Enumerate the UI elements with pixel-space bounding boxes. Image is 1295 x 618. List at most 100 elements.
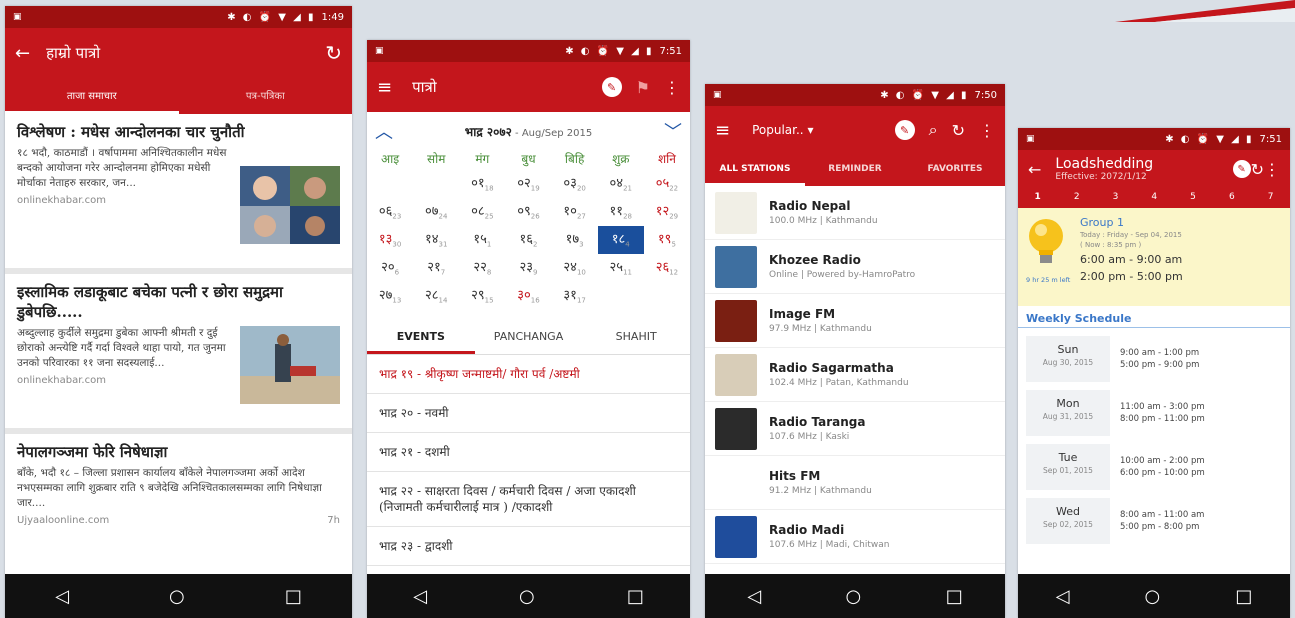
calendar-day[interactable]: १८4 [597,226,644,254]
calendar-day[interactable]: ०३20 [552,170,598,198]
back-icon[interactable]: ◁ [55,586,69,607]
calendar-day[interactable]: २८14 [413,282,459,310]
home-icon[interactable]: ○ [519,586,535,607]
home-icon[interactable]: ○ [1145,586,1161,607]
news-item[interactable]: विश्लेषण : मधेस आन्दोलनका चार चुनौती १८ … [5,114,352,274]
status-time: 7:50 [974,89,997,101]
event-item[interactable]: भाद्र २२ - साक्षरता दिवस / कर्मचारी दिवस… [367,472,690,527]
event-item[interactable]: भाद्र २१ - दशमी [367,433,690,472]
menu-icon[interactable]: ≡ [377,77,392,98]
calendar-day[interactable]: ३१17 [552,282,598,310]
station-name: Radio Taranga [769,414,866,429]
hammer-icon[interactable]: ✎ [1232,160,1251,178]
calendar-day[interactable]: २९15 [459,282,505,310]
calendar-day[interactable]: ०७24 [413,198,459,226]
calendar-day[interactable]: २१7 [413,254,459,282]
more-options-icon[interactable]: ⋮ [1264,160,1280,179]
day-date: Sep 02, 2015 [1043,520,1093,529]
back-icon[interactable]: ◁ [1056,586,1070,607]
back-arrow-icon[interactable]: ← [1028,160,1041,179]
group-tab[interactable]: 2 [1074,192,1080,202]
schedule-times: 8:00 am - 11:00 am 5:00 pm - 8:00 pm [1110,509,1204,533]
back-icon[interactable]: ◁ [413,586,427,607]
recents-icon[interactable]: □ [1235,586,1252,607]
calendar-day[interactable]: ०२19 [505,170,551,198]
menu-icon[interactable]: ≡ [715,120,730,141]
hammer-icon[interactable]: ✎ [601,77,622,97]
station-text: Radio Taranga 107.6 MHz | Kaski [769,415,865,443]
station-item[interactable]: Khozee Radio Online | Powered by-HamroPat… [705,240,1005,294]
tab-latest-news[interactable]: ताजा समाचार [5,78,179,114]
search-icon[interactable]: ⌕ [929,120,938,140]
calendar-day[interactable]: ३०16 [505,282,551,310]
event-item[interactable]: भाद्र २३ - द्वादशी [367,527,690,566]
calendar-day[interactable]: १४31 [413,226,459,254]
hammer-icon[interactable]: ✎ [894,120,915,140]
calendar-day[interactable]: २३9 [505,254,551,282]
tab-shahit[interactable]: SHAHIT [582,322,690,354]
more-options-icon[interactable]: ⋮ [979,121,995,140]
group-tab[interactable]: 5 [1190,192,1196,202]
back-arrow-icon[interactable]: ← [15,43,30,64]
home-icon[interactable]: ○ [169,586,185,607]
calendar-day[interactable]: ११28 [598,198,644,226]
status-icons: ✱ ◐ ⏰ ▼ ◢ ▮ [880,89,969,101]
calendar-day[interactable]: २७13 [367,282,413,310]
more-options-icon[interactable]: ⋮ [664,78,680,97]
category-dropdown[interactable]: Popular.. ▾ [752,123,881,137]
calendar-day[interactable]: २५11 [598,254,644,282]
group-tab[interactable]: 4 [1151,192,1157,202]
calendar-day[interactable]: ०४21 [598,170,644,198]
bulb-icon [1029,219,1063,263]
tab-events[interactable]: EVENTS [367,322,475,354]
group-tab[interactable]: 1 [1035,192,1041,202]
station-item[interactable]: Hits FM 91.2 MHz | Kathmandu [705,456,1005,510]
station-item[interactable]: Radio Sagarmatha 102.4 MHz | Patan, Kathm… [705,348,1005,402]
group-tab[interactable]: 7 [1268,192,1274,202]
recents-icon[interactable]: □ [285,586,302,607]
calendar-day[interactable]: ०८25 [459,198,505,226]
runner-icon[interactable]: ⚑ [636,78,650,97]
tab-reminder[interactable]: REMINDER [805,154,905,186]
tab-all-stations[interactable]: ALL STATIONS [705,154,805,186]
event-item[interactable]: भाद्र २० - नवमी [367,394,690,433]
calendar-day[interactable]: ०१18 [459,170,505,198]
back-icon[interactable]: ◁ [747,586,761,607]
calendar-day[interactable]: १२29 [644,198,690,226]
group-tab[interactable]: 6 [1229,192,1235,202]
calendar-day[interactable]: ०५22 [644,170,690,198]
event-item[interactable]: भाद्र १९ - श्रीकृष्ण जन्माष्टमी/ गौरा पर… [367,355,690,394]
calendar-day[interactable]: ०९26 [505,198,551,226]
station-item[interactable]: Radio Madi 107.6 MHz | Madi, Chitwan [705,510,1005,564]
tab-newspapers[interactable]: पत्र-पत्रिका [179,78,353,114]
group-tab[interactable]: 3 [1113,192,1119,202]
calendar-day[interactable]: १९5 [644,226,690,254]
refresh-icon[interactable]: ↻ [952,121,965,140]
news-item[interactable]: नेपालगञ्जमा फेरि निषेधाज्ञा बाँके, भदौ १… [5,434,352,530]
recents-icon[interactable]: □ [627,586,644,607]
gregorian-day: 8 [486,268,492,277]
calendar-day[interactable]: २४10 [552,254,598,282]
tab-panchanga[interactable]: PANCHANGA [475,322,583,354]
refresh-icon[interactable]: ↻ [325,41,342,65]
calendar-day[interactable]: ०६23 [367,198,413,226]
calendar-day[interactable]: २०6 [367,254,413,282]
calendar-day[interactable]: १५1 [459,226,505,254]
tab-favorites[interactable]: FAVORITES [905,154,1005,186]
chevron-down-icon[interactable]: ﹀ [664,118,682,144]
station-item[interactable]: Radio Nepal 100.0 MHz | Kathmandu [705,186,1005,240]
news-thumbnail [240,326,340,404]
refresh-icon[interactable]: ↻ [1251,160,1264,179]
news-item[interactable]: इस्लामिक लडाकूबाट बचेका पत्नी र छोरा समु… [5,274,352,434]
calendar-day[interactable]: १६2 [505,226,551,254]
station-item[interactable]: Image FM 97.9 MHz | Kathmandu [705,294,1005,348]
recents-icon[interactable]: □ [946,586,963,607]
chevron-up-icon[interactable]: ︿ [375,118,393,144]
station-item[interactable]: Radio Taranga 107.6 MHz | Kaski [705,402,1005,456]
calendar-day[interactable]: १७3 [552,226,598,254]
home-icon[interactable]: ○ [846,586,862,607]
calendar-day[interactable]: १३30 [367,226,413,254]
calendar-day[interactable]: १०27 [552,198,598,226]
calendar-day[interactable]: २६12 [644,254,690,282]
calendar-day[interactable]: २२8 [459,254,505,282]
